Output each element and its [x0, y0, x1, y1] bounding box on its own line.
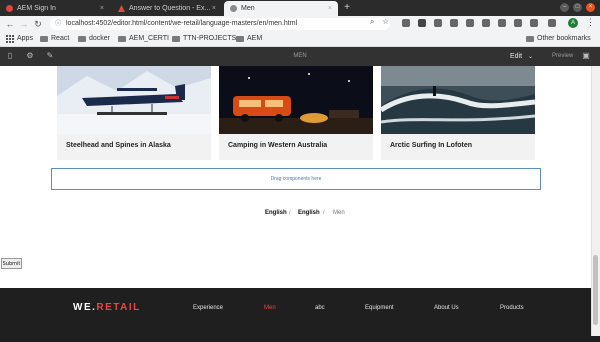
- folder-icon: [118, 36, 126, 42]
- minimize-button[interactable]: –: [560, 3, 569, 12]
- tab-answer-to-question[interactable]: Answer to Question - Ex... ×: [112, 1, 222, 16]
- tab-title: AEM Sign In: [17, 5, 56, 12]
- extension-icon[interactable]: [482, 19, 490, 27]
- chevron-down-icon: ⌄: [528, 54, 534, 60]
- page-properties-icon[interactable]: ⚙: [24, 50, 36, 62]
- new-tab-button[interactable]: +: [341, 1, 353, 15]
- forward-arrow-icon[interactable]: →: [17, 16, 31, 32]
- article-card[interactable]: Camping in Western Australia: [219, 66, 373, 160]
- mode-selector[interactable]: Edit ⌄: [510, 47, 533, 66]
- tab-aem-sign-in[interactable]: AEM Sign In ×: [0, 1, 110, 16]
- extension-icon[interactable]: [530, 19, 538, 27]
- folder-icon: [78, 36, 86, 42]
- footer-nav-equipment[interactable]: Equipment: [365, 305, 394, 311]
- extension-icon[interactable]: [514, 19, 522, 27]
- scrollbar-thumb[interactable]: [593, 255, 598, 325]
- footer-nav-products[interactable]: Products: [500, 305, 524, 311]
- close-window-button[interactable]: ×: [586, 3, 595, 12]
- breadcrumb-separator: /: [289, 210, 291, 216]
- footer-nav-abc[interactable]: abc: [315, 305, 325, 311]
- extension-puzzle-icon[interactable]: [548, 19, 556, 27]
- reload-icon[interactable]: ↻: [31, 16, 45, 32]
- folder-icon: [236, 36, 244, 42]
- component-drop-zone[interactable]: Drag components here: [51, 168, 541, 190]
- tab-men[interactable]: Men ×: [224, 1, 338, 16]
- page-title: MEN: [293, 53, 307, 59]
- bookmark-aem[interactable]: AEM: [236, 32, 262, 46]
- aem-favicon-icon: [6, 5, 13, 12]
- address-bar[interactable]: ⓘ localhost:4502/editor.html/content/we-…: [50, 18, 390, 30]
- bookmark-aem-certi[interactable]: AEM_CERTI: [118, 32, 169, 46]
- folder-icon: [40, 36, 48, 42]
- breadcrumb-current: Men: [333, 210, 345, 216]
- apps-grid-icon: [6, 35, 14, 43]
- emulator-icon[interactable]: ▣: [580, 50, 592, 62]
- card-title: Camping in Western Australia: [228, 142, 328, 149]
- submit-button[interactable]: Submit: [1, 258, 22, 269]
- extension-icon[interactable]: [402, 19, 410, 27]
- side-panel-icon[interactable]: ▯: [4, 50, 16, 62]
- drop-zone-label: Drag components here: [270, 176, 322, 182]
- footer-nav-men[interactable]: Men: [264, 305, 276, 311]
- extension-icon[interactable]: [466, 19, 474, 27]
- breadcrumb-item[interactable]: English: [298, 210, 320, 216]
- extension-icon[interactable]: [450, 19, 458, 27]
- close-icon[interactable]: ×: [328, 5, 332, 12]
- annotate-icon[interactable]: ✎: [44, 50, 56, 62]
- we-retail-logo[interactable]: WE.RETAIL: [73, 302, 141, 313]
- preview-button[interactable]: Preview: [552, 47, 573, 66]
- footer-bottom-strip: [0, 336, 600, 342]
- globe-favicon-icon: [230, 5, 237, 12]
- extension-badge-icon[interactable]: [418, 19, 426, 27]
- extension-icon[interactable]: [434, 19, 442, 27]
- article-card[interactable]: Arctic Surfing In Lofoten: [381, 66, 535, 160]
- footer-nav-about-us[interactable]: About Us: [434, 305, 459, 311]
- info-icon[interactable]: ⓘ: [55, 18, 61, 30]
- extension-icon[interactable]: [498, 19, 506, 27]
- bookmark-react[interactable]: React: [40, 32, 69, 46]
- tab-title: Answer to Question - Ex...: [129, 5, 211, 12]
- bookmark-apps[interactable]: Apps: [6, 32, 33, 46]
- bookmark-other[interactable]: Other bookmarks: [526, 32, 591, 46]
- profile-avatar[interactable]: A: [568, 18, 578, 28]
- bookmark-ttn-projects[interactable]: TTN-PROJECTS: [172, 32, 236, 46]
- kebab-menu-icon[interactable]: ⋮: [586, 17, 595, 28]
- surfing-image: [381, 66, 535, 134]
- url-text: localhost:4502/editor.html/content/we-re…: [66, 20, 298, 27]
- breadcrumb-item[interactable]: English: [265, 210, 287, 216]
- tab-title: Men: [241, 5, 255, 12]
- footer-nav-experience[interactable]: Experience: [193, 305, 223, 311]
- breadcrumb-separator: /: [323, 210, 325, 216]
- article-card[interactable]: Steelhead and Spines in Alaska: [57, 66, 211, 160]
- seaplane-image: [57, 66, 211, 134]
- close-icon[interactable]: ×: [212, 5, 216, 12]
- star-icon[interactable]: ☆: [382, 17, 389, 26]
- search-icon[interactable]: ⌕: [370, 17, 374, 27]
- folder-icon: [172, 36, 180, 42]
- card-title: Arctic Surfing In Lofoten: [390, 142, 473, 149]
- maximize-button[interactable]: □: [573, 3, 582, 12]
- bookmark-docker[interactable]: docker: [78, 32, 110, 46]
- folder-icon: [526, 36, 534, 42]
- close-icon[interactable]: ×: [100, 5, 104, 12]
- triangle-favicon-icon: [118, 5, 125, 12]
- card-title: Steelhead and Spines in Alaska: [66, 142, 171, 149]
- camper-van-image: [219, 66, 373, 134]
- back-arrow-icon[interactable]: ←: [3, 16, 17, 32]
